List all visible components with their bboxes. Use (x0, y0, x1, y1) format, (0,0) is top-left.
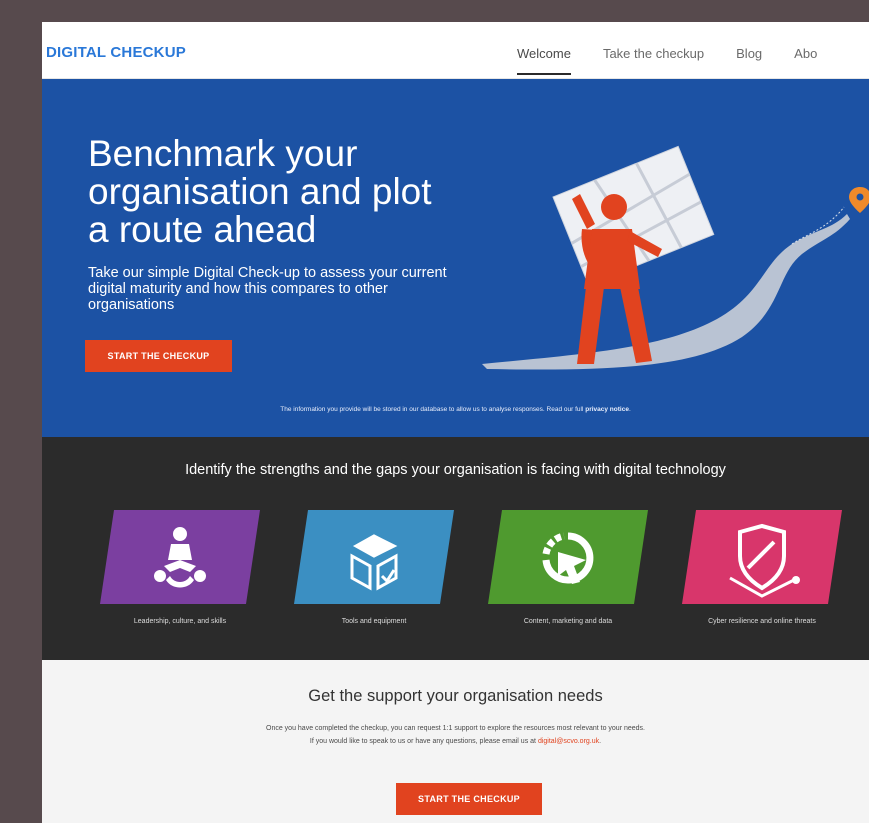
browser-page: DIGITAL CHECKUP Welcome Take the checkup… (42, 22, 869, 823)
tile-label-leadership: Leadership, culture, and skills (133, 618, 227, 625)
tile-leadership[interactable]: Leadership, culture, and skills (100, 510, 260, 625)
top-nav: DIGITAL CHECKUP Welcome Take the checkup… (42, 22, 869, 79)
support-line-2-text: If you would like to speak to us or have… (309, 738, 536, 745)
hero-section: Benchmark your organisation and plot a r… (42, 79, 869, 437)
location-pin-icon (849, 187, 869, 213)
strengths-title: Identify the strengths and the gaps your… (185, 462, 726, 478)
strengths-tiles: Leadership, culture, and skills Tools an… (42, 510, 869, 650)
support-line-2-end: . (599, 738, 602, 745)
tile-label-cyber: Cyber resilience and online threats (708, 618, 816, 625)
tile-content[interactable]: Content, marketing and data (488, 510, 648, 625)
nav-blog[interactable]: Blog (736, 46, 762, 75)
person-carrying-map-icon (482, 145, 869, 370)
tile-label-content: Content, marketing and data (523, 618, 613, 625)
tile-cyber[interactable]: Cyber resilience and online threats (682, 510, 842, 625)
support-title: Get the support your organisation needs (308, 687, 603, 705)
shield-icon (682, 510, 842, 604)
nav-about[interactable]: Abo (794, 46, 817, 75)
hero-subtitle: Take our simple Digital Check-up to asse… (88, 265, 447, 313)
nav-welcome[interactable]: Welcome (517, 46, 571, 75)
tile-label-tools: Tools and equipment (341, 618, 407, 625)
nav-take-the-checkup[interactable]: Take the checkup (603, 46, 704, 75)
people-network-icon (100, 510, 260, 604)
support-line-1: Once you have completed the checkup, you… (266, 725, 645, 732)
support-line-2: If you would like to speak to us or have… (42, 735, 869, 748)
brand-logo[interactable]: DIGITAL CHECKUP (46, 44, 186, 61)
hero-title: Benchmark your organisation and plot a r… (88, 133, 432, 250)
cursor-chart-icon (488, 510, 648, 604)
support-section: Get the support your organisation needs … (42, 660, 869, 823)
support-start-checkup-button[interactable]: START THE CHECKUP (396, 783, 542, 815)
support-email-link[interactable]: digital@scvo.org.uk (538, 738, 599, 745)
tile-tools[interactable]: Tools and equipment (294, 510, 454, 625)
box-tools-icon (294, 510, 454, 604)
support-text: Once you have completed the checkup, you… (42, 722, 869, 748)
nav-links: Welcome Take the checkup Blog Abo (517, 46, 849, 75)
strengths-section: Identify the strengths and the gaps your… (42, 437, 869, 660)
hero-start-checkup-button[interactable]: START THE CHECKUP (85, 340, 232, 372)
